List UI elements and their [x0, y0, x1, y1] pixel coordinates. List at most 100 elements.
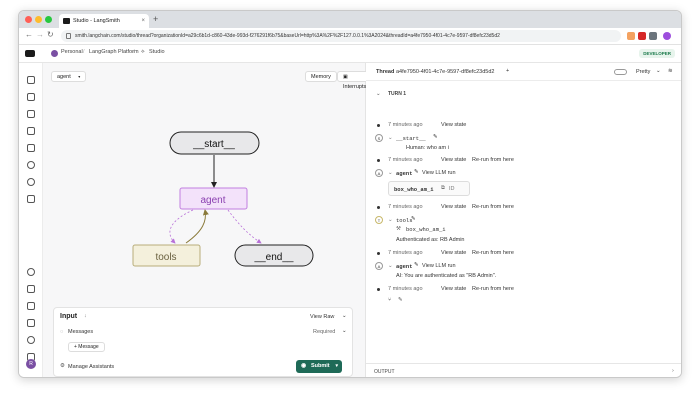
edit-icon[interactable]: ✎	[433, 134, 438, 140]
edge-agent-end	[227, 209, 262, 244]
layers-icon[interactable]: ≋	[668, 68, 673, 74]
close-tab-icon[interactable]: ×	[141, 14, 145, 28]
datasets-icon[interactable]	[27, 110, 35, 118]
chevron-down-icon[interactable]: ⌄	[656, 68, 661, 74]
view-llm-run-link[interactable]: View LLM run	[422, 170, 456, 176]
agent-step-icon: A	[375, 262, 383, 270]
toggle-switch[interactable]	[614, 69, 627, 75]
thread-panel: Thread a4fe7950-4f01-4c7e-9597-df8efc23d…	[366, 63, 681, 377]
browser-tab[interactable]: Studio - LangSmith ×	[59, 14, 149, 28]
langsmith-favicon-icon	[63, 18, 70, 24]
human-message: Human: who am i	[406, 145, 449, 151]
edit-icon[interactable]: ✎	[414, 169, 419, 175]
breadcrumb-platform[interactable]: LangGraph Platform	[89, 49, 139, 55]
fork-icon[interactable]: ⑂	[388, 297, 391, 303]
breadcrumb-studio[interactable]: Studio	[149, 49, 165, 55]
timeline-dot	[377, 288, 380, 291]
user-icon[interactable]	[27, 336, 35, 344]
extension-icon[interactable]	[627, 32, 635, 40]
view-state-link[interactable]: View state	[441, 286, 466, 292]
reload-icon[interactable]: ↻	[47, 30, 54, 39]
thread-label: Thread	[376, 69, 395, 75]
rerun-link[interactable]: Re-run from here	[472, 204, 514, 210]
turn-collapse-icon[interactable]: ⌄	[376, 91, 381, 97]
chevron-down-icon[interactable]: ⌄	[388, 217, 393, 223]
annotate-icon[interactable]	[27, 144, 35, 152]
copy-icon[interactable]: ⧉	[441, 185, 445, 192]
new-thread-icon[interactable]: +	[506, 68, 509, 74]
chat-icon[interactable]	[27, 161, 35, 169]
extension-icon[interactable]	[649, 32, 657, 40]
chevron-right-icon[interactable]: ›	[672, 368, 674, 374]
mail-icon[interactable]	[27, 319, 35, 327]
view-state-link[interactable]: View state	[441, 122, 466, 128]
address-bar[interactable]: smith.langchain.com/studio/thread?organi…	[61, 30, 621, 42]
submit-label: Submit	[311, 363, 330, 369]
extension-icon[interactable]	[638, 32, 646, 40]
edit-icon[interactable]: ✎	[411, 216, 416, 222]
org-avatar-icon	[51, 50, 58, 57]
output-section[interactable]: OUTPUT ›	[366, 363, 681, 377]
view-state-link[interactable]: View state	[441, 204, 466, 210]
user-avatar[interactable]: R	[26, 359, 36, 369]
minimize-window-icon[interactable]	[35, 16, 42, 23]
timestamp: 7 minutes ago	[388, 122, 423, 128]
home-icon[interactable]	[27, 76, 35, 84]
rerun-link[interactable]: Re-run from here	[472, 286, 514, 292]
deployments-icon[interactable]	[27, 178, 35, 186]
view-llm-run-link[interactable]: View LLM run	[422, 263, 456, 269]
help-icon[interactable]	[27, 302, 35, 310]
left-sidebar: R	[19, 63, 43, 377]
browser-window: Studio - LangSmith × + ← → ↻ smith.langc…	[18, 10, 682, 378]
close-window-icon[interactable]	[25, 16, 32, 23]
timestamp: 7 minutes ago	[388, 157, 423, 163]
forward-icon[interactable]: →	[36, 30, 44, 39]
studio-icon: ⟡	[141, 49, 145, 55]
settings-icon[interactable]	[27, 268, 35, 276]
tool-name: box_who_am_i	[406, 226, 446, 233]
rerun-link[interactable]: Re-run from here	[472, 157, 514, 163]
database-icon[interactable]	[27, 127, 35, 135]
tool-result: Authenticated as: RB Admin	[396, 237, 465, 243]
edit-icon[interactable]: ✎	[398, 297, 403, 303]
node-end[interactable]: __end__	[234, 244, 314, 267]
collapse-icon[interactable]: ↓	[84, 313, 87, 319]
chevron-down-icon[interactable]: ⌄	[388, 263, 393, 269]
view-state-link[interactable]: View state	[441, 157, 466, 163]
graph-icon[interactable]	[27, 195, 35, 203]
view-state-link[interactable]: View state	[441, 250, 466, 256]
messages-label: Messages	[68, 329, 94, 335]
timestamp: 7 minutes ago	[388, 250, 423, 256]
breadcrumb-personal[interactable]: Personal	[61, 49, 83, 55]
manage-assistants-button[interactable]: Manage Assistants	[68, 364, 114, 370]
tool-call-box: box_who_am_i ⧉ ID	[388, 181, 470, 196]
node-tools[interactable]: tools	[132, 244, 201, 267]
submit-button[interactable]: ◉ Submit ▾	[296, 360, 342, 373]
new-tab-icon[interactable]: +	[153, 14, 158, 24]
tool-call-id: ID	[449, 186, 455, 192]
node-agent[interactable]: agent	[179, 187, 248, 210]
chevron-down-icon[interactable]: ⌄	[342, 328, 347, 334]
edit-icon[interactable]: ✎	[414, 262, 419, 268]
node-start[interactable]: __start__	[169, 131, 260, 155]
url-text: smith.langchain.com/studio/thread?organi…	[75, 33, 500, 39]
chevron-down-icon[interactable]: ⌄	[388, 170, 393, 176]
chevron-down-icon[interactable]: ⌄	[388, 135, 393, 141]
start-step-icon: S	[375, 134, 383, 142]
langsmith-logo-icon[interactable]	[25, 50, 35, 57]
tool-call-name: box_who_am_i	[394, 186, 434, 193]
chevron-down-icon[interactable]: ⌄	[342, 313, 347, 319]
add-message-button[interactable]: + Message	[68, 342, 105, 352]
breadcrumb-separator: /	[83, 49, 85, 55]
chevron-down-icon[interactable]: ▾	[335, 360, 338, 373]
mode-select[interactable]: Pretty	[636, 69, 650, 75]
maximize-window-icon[interactable]	[45, 16, 52, 23]
back-icon[interactable]: ←	[25, 30, 33, 39]
profile-icon[interactable]	[663, 32, 671, 40]
projects-icon[interactable]	[27, 93, 35, 101]
timeline-dot	[377, 124, 380, 127]
rerun-link[interactable]: Re-run from here	[472, 250, 514, 256]
view-raw-button[interactable]: View Raw	[310, 314, 334, 320]
docs-icon[interactable]	[27, 285, 35, 293]
play-icon: ◉	[301, 363, 307, 369]
